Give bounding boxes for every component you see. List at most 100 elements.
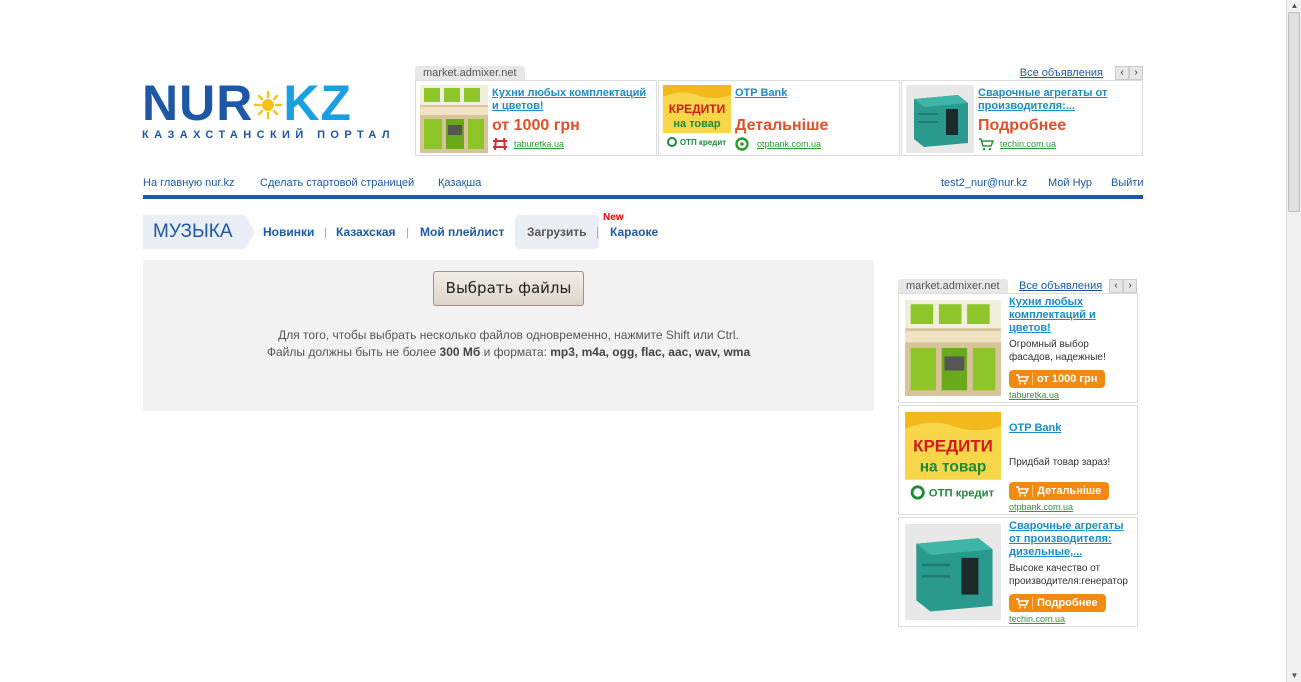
ad-price[interactable]: Детальніше bbox=[735, 117, 828, 135]
logo-subtitle: КАЗАХСТАНСКИЙ ПОРТАЛ bbox=[142, 129, 395, 141]
otp-banner-image: КРЕДИТИ на товар ОТП кредит bbox=[905, 412, 1001, 508]
upload-hint-line2: Файлы должны быть не более 300 Мб и форм… bbox=[143, 344, 874, 361]
start-page-link[interactable]: Сделать стартовой страницей bbox=[260, 177, 414, 189]
ad-title[interactable]: Кухни любых комплектаций и цветов! bbox=[492, 87, 654, 113]
side-ad-desc: Придбай товар зараз! bbox=[1009, 457, 1111, 468]
nav-separator: | bbox=[596, 225, 600, 239]
kazakh-language-link[interactable]: Қазақша bbox=[438, 177, 481, 189]
ad-domain[interactable]: taburetka.ua bbox=[514, 139, 564, 149]
max-size: 300 Мб bbox=[439, 345, 481, 359]
cart-icon bbox=[979, 138, 994, 151]
otp-banner-line2: на товар bbox=[673, 118, 721, 130]
kitchen-image bbox=[420, 85, 488, 153]
otp-banner-line2: на товар bbox=[920, 458, 987, 475]
tab-upload[interactable]: Загрузить bbox=[527, 225, 586, 239]
side-ad-desc: Огромный выбор фасадов, надежные! bbox=[1009, 339, 1106, 363]
side-ad-button[interactable]: от 1000 грн bbox=[1009, 370, 1106, 388]
logo-wordmark: NUR KZ bbox=[142, 78, 357, 128]
site-logo[interactable]: NUR KZ КАЗАХСТАНСКИЙ ПОРТАЛ bbox=[142, 78, 395, 144]
otp-banner-brand: ОТП кредит bbox=[680, 138, 726, 147]
cart-icon bbox=[1016, 598, 1029, 609]
top-ad-strip: market.admixer.net Все объявления ‹ › Ку… bbox=[415, 66, 1143, 156]
generator-image bbox=[905, 524, 1001, 620]
generator-image bbox=[906, 85, 974, 153]
top-navigation: На главную nur.kz Сделать стартовой стра… bbox=[143, 177, 1144, 199]
side-ad-title[interactable]: Сварочные агрегаты от производителя: диз… bbox=[1009, 520, 1135, 559]
side-ad-button-label: Детальніше bbox=[1037, 485, 1102, 497]
side-ad-item[interactable]: Сварочные агрегаты от производителя: диз… bbox=[898, 517, 1138, 627]
side-ad-title[interactable]: OTP Bank bbox=[1009, 422, 1135, 435]
scroll-thumb[interactable] bbox=[1288, 12, 1300, 212]
side-ad-domain[interactable]: techin.com.ua bbox=[1009, 614, 1065, 624]
ad-item[interactable]: Кухни любых комплектаций и цветов! от 10… bbox=[415, 80, 657, 156]
hint-mid: и формата: bbox=[480, 345, 551, 359]
tab-new[interactable]: Новинки bbox=[263, 225, 314, 239]
side-ad-button[interactable]: Подробнее bbox=[1009, 594, 1106, 612]
otp-banner-line1: КРЕДИТИ bbox=[669, 102, 725, 116]
side-ad-button-label: от 1000 грн bbox=[1037, 373, 1098, 385]
ad-price[interactable]: Подробнее bbox=[978, 117, 1066, 135]
ad-title[interactable]: OTP Bank bbox=[735, 87, 897, 100]
kitchen-image bbox=[905, 300, 1001, 396]
my-nur-link[interactable]: Мой Нур bbox=[1048, 177, 1092, 189]
logout-link[interactable]: Выйти bbox=[1111, 177, 1144, 189]
next-arrow-icon[interactable]: › bbox=[1123, 279, 1137, 293]
side-ad-item[interactable]: КРЕДИТИ на товар ОТП кредит OTP Bank При… bbox=[898, 405, 1138, 515]
upload-hint: Для того, чтобы выбрать несколько файлов… bbox=[143, 327, 874, 361]
tab-my-playlist[interactable]: Мой плейлист bbox=[420, 225, 504, 239]
tab-karaoke[interactable]: Караоке bbox=[610, 225, 658, 239]
ad-price[interactable]: от 1000 грн bbox=[492, 117, 580, 135]
side-ad-button[interactable]: Детальніше bbox=[1009, 482, 1110, 500]
side-ad-desc: Высоке качество от производителя:генерат… bbox=[1009, 562, 1135, 588]
ad-domain[interactable]: techin.com.ua bbox=[1000, 139, 1056, 149]
ad-arrows: ‹ › bbox=[1115, 66, 1143, 80]
prev-arrow-icon[interactable]: ‹ bbox=[1115, 66, 1129, 80]
section-navigation: МУЗЫКА Новинки | Казахская | Мой плейлис… bbox=[143, 212, 843, 249]
sun-icon bbox=[254, 90, 283, 120]
cart-icon bbox=[1016, 374, 1029, 385]
stool-icon bbox=[493, 137, 507, 151]
side-ad-domain[interactable]: otpbank.com.ua bbox=[1009, 502, 1073, 512]
otp-logo-icon bbox=[735, 137, 749, 151]
hint-prefix: Файлы должны быть не более bbox=[266, 345, 440, 359]
otp-banner-image: КРЕДИТИ на товар ОТП кредит bbox=[663, 85, 731, 153]
ad-item[interactable]: КРЕДИТИ на товар ОТП кредит OTP Bank Дет… bbox=[658, 80, 900, 156]
ad-domain[interactable]: otpbank.com.ua bbox=[757, 139, 821, 149]
allowed-formats: mp3, m4a, ogg, flac, aac, wav, wma bbox=[550, 345, 751, 359]
section-title: МУЗЫКА bbox=[143, 215, 255, 249]
upload-panel: Выбрать файлы Для того, чтобы выбрать не… bbox=[143, 260, 874, 411]
side-ad-title[interactable]: Кухни любых комплектаций и цветов! bbox=[1009, 296, 1135, 335]
tab-kazakh[interactable]: Казахская bbox=[336, 225, 396, 239]
logo-nur: NUR bbox=[142, 75, 254, 131]
side-ad-item[interactable]: Кухни любых комплектаций и цветов! Огром… bbox=[898, 293, 1138, 403]
scroll-down-icon[interactable]: ▼ bbox=[1289, 670, 1300, 681]
upload-hint-line1: Для того, чтобы выбрать несколько файлов… bbox=[278, 328, 739, 342]
user-email-link[interactable]: test2_nur@nur.kz bbox=[941, 177, 1027, 189]
nav-separator: | bbox=[406, 225, 410, 239]
side-ad-desc-text: Высоке качество от производителя:генерат… bbox=[1009, 563, 1128, 587]
scroll-up-icon[interactable]: ▲ bbox=[1289, 0, 1300, 11]
otp-banner-line1: КРЕДИТИ bbox=[913, 437, 993, 456]
new-badge: New bbox=[603, 212, 624, 223]
button-divider bbox=[1032, 373, 1033, 385]
next-arrow-icon[interactable]: › bbox=[1129, 66, 1143, 80]
choose-files-button[interactable]: Выбрать файлы bbox=[433, 271, 584, 306]
ad-item[interactable]: Сварочные агрегаты от производителя:... … bbox=[901, 80, 1143, 156]
home-link[interactable]: На главную nur.kz bbox=[143, 177, 235, 189]
button-divider bbox=[1032, 485, 1033, 497]
ad-source-tab: market.admixer.net bbox=[898, 279, 1008, 293]
all-ads-link[interactable]: Все объявления bbox=[1019, 279, 1102, 293]
ad-title[interactable]: Сварочные агрегаты от производителя:... bbox=[978, 87, 1140, 113]
side-ad-button-label: Подробнее bbox=[1037, 597, 1098, 609]
otp-banner-brand: ОТП кредит bbox=[929, 488, 995, 500]
prev-arrow-icon[interactable]: ‹ bbox=[1109, 279, 1123, 293]
cart-icon bbox=[1016, 486, 1029, 497]
vertical-scrollbar[interactable]: ▲ ▼ bbox=[1286, 0, 1301, 682]
ad-arrows: ‹ › bbox=[1109, 279, 1137, 293]
nav-separator: | bbox=[324, 225, 328, 239]
all-ads-link[interactable]: Все объявления bbox=[1020, 66, 1103, 80]
ad-source-tab: market.admixer.net bbox=[415, 66, 525, 80]
logo-kz: KZ bbox=[283, 75, 352, 131]
side-ad-domain[interactable]: taburetka.ua bbox=[1009, 390, 1059, 400]
button-divider bbox=[1032, 597, 1033, 609]
